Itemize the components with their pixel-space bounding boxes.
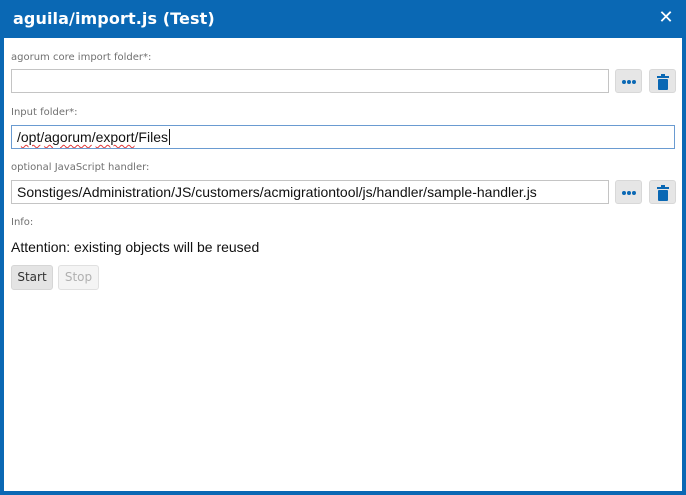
dialog-title: aguila/import.js (Test) <box>13 9 215 28</box>
ellipsis-icon <box>622 80 626 84</box>
start-button[interactable]: Start <box>11 265 53 290</box>
input-folder-part: /Files <box>134 129 168 145</box>
trash-icon <box>657 74 669 90</box>
js-handler-field[interactable]: Sonstiges/Administration/JS/customers/ac… <box>11 180 609 204</box>
core-folder-field[interactable] <box>11 69 609 93</box>
ellipsis-icon-dot <box>627 191 631 195</box>
info-text: Attention: existing objects will be reus… <box>11 239 260 255</box>
stop-button: Stop <box>58 265 99 290</box>
input-folder-part-spell: opt <box>20 129 41 145</box>
dialog-window: aguila/import.js (Test) ✕ agorum core im… <box>0 0 686 495</box>
input-folder-part-spell: export <box>95 129 135 145</box>
input-folder-part-spell: agorum <box>44 129 92 145</box>
text-caret <box>168 129 170 145</box>
info-label: Info: <box>11 217 34 228</box>
close-icon[interactable]: ✕ <box>656 8 676 28</box>
trash-icon <box>657 185 669 201</box>
input-folder-field[interactable]: /opt/agorum/export/Files <box>11 125 675 149</box>
ellipsis-icon-dot <box>632 80 636 84</box>
ellipsis-icon-dot <box>632 191 636 195</box>
core-folder-label: agorum core import folder*: <box>11 52 152 63</box>
core-folder-browse-button[interactable] <box>615 69 642 93</box>
ellipsis-icon-dot <box>627 80 631 84</box>
js-handler-label: optional JavaScript handler: <box>11 162 150 173</box>
core-folder-delete-button[interactable] <box>649 69 676 93</box>
ellipsis-icon <box>622 191 626 195</box>
dialog-body: agorum core import folder*: Input folder… <box>4 38 682 491</box>
titlebar[interactable]: aguila/import.js (Test) ✕ <box>0 0 686 38</box>
input-folder-label: Input folder*: <box>11 107 78 118</box>
js-handler-delete-button[interactable] <box>649 180 676 204</box>
js-handler-browse-button[interactable] <box>615 180 642 204</box>
